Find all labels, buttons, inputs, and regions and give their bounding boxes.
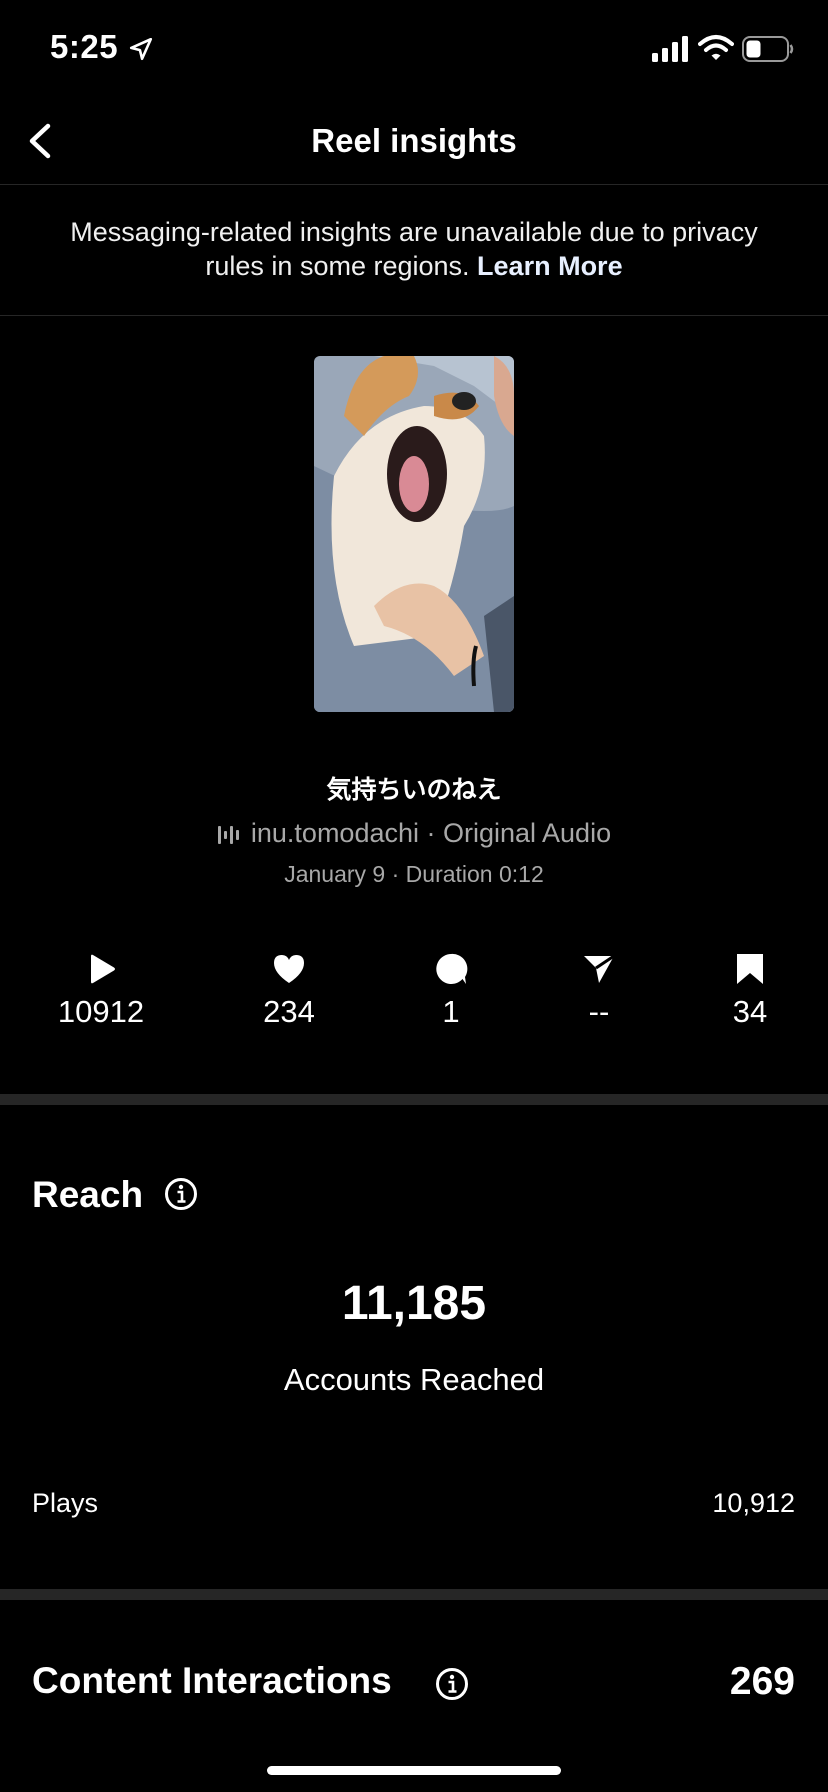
reach-info-icon[interactable] [164,1177,198,1211]
bookmark-icon [737,954,763,984]
navigation-bar: Reel insights [0,100,828,185]
home-indicator[interactable] [267,1766,561,1775]
play-icon [91,954,115,984]
comments-count: 1 [442,994,460,1029]
reel-meta: January 9 · Duration 0:12 [284,861,544,887]
accounts-reached-label: Accounts Reached [283,1362,545,1397]
notice-text: Messaging-related insights are unavailab… [60,215,768,283]
comment-icon [436,953,468,984]
share-icon [584,954,615,983]
content-interactions-info-icon[interactable] [435,1667,469,1701]
heart-icon [274,955,304,983]
audio-label: inu.tomodachi · Original Audio [250,818,612,848]
cellular-signal-icon [652,36,688,62]
likes-count: 234 [263,994,315,1029]
battery-icon [742,36,794,62]
reel-insights-screen: 5:25 Reel insights Messaging-related ins… [0,0,828,1792]
notice-message: Messaging-related insights are unavailab… [70,217,758,281]
content-interactions-title: Content Interactions [32,1660,392,1701]
reel-title: 気持ちいのねえ [326,776,502,804]
accounts-reached-value: 11,185 [341,1277,487,1330]
page-title: Reel insights [311,122,517,159]
plays-count: 10912 [57,994,145,1029]
reel-thumbnail[interactable] [314,356,514,712]
reach-title: Reach [32,1174,144,1215]
likes-stat: 234 [219,952,359,1030]
privacy-notice: Messaging-related insights are unavailab… [0,185,828,316]
shares-stat: -- [529,952,669,1030]
comments-stat: 1 [381,952,521,1030]
audio-waveform-icon [217,825,239,844]
status-time: 5:25 [50,28,119,65]
section-divider [0,1094,828,1105]
plays-stat: 10912 [31,952,171,1030]
plays-label: Plays [32,1488,99,1518]
status-bar: 5:25 [0,0,828,100]
plays-value: 10,912 [712,1488,795,1518]
learn-more-link[interactable]: Learn More [477,251,623,281]
audio-row[interactable]: inu.tomodachi · Original Audio [0,818,828,849]
saves-count: 34 [732,994,768,1029]
shares-count: -- [588,994,610,1029]
wifi-icon [698,35,734,60]
section-divider [0,1589,828,1600]
content-interactions-value: 269 [729,1660,795,1703]
location-arrow-icon [129,37,153,61]
saves-stat: 34 [680,952,820,1030]
